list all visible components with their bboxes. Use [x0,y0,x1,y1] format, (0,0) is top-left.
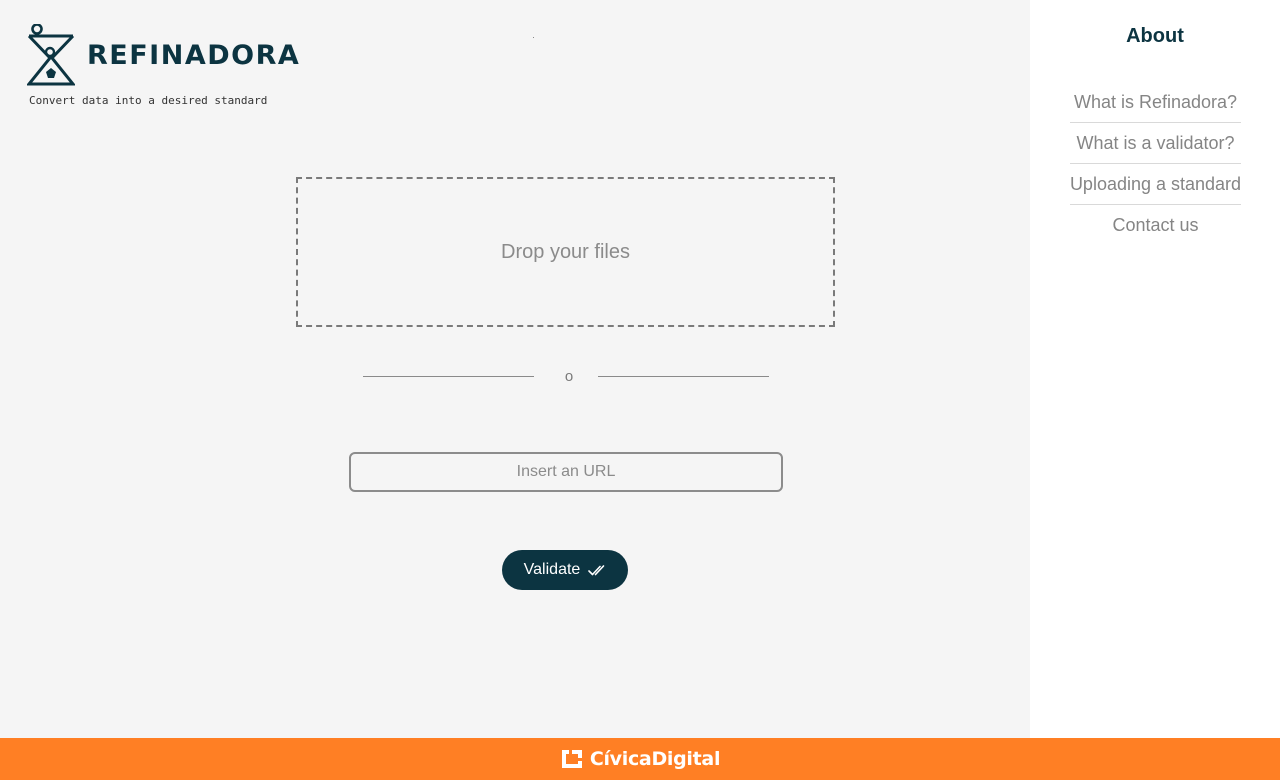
footer-brand-link[interactable]: CívicaDigital [560,748,720,770]
brand-logo[interactable]: REFINADORA [27,24,300,86]
divider-text: o [564,368,574,385]
nav-item-what-is-validator[interactable]: What is a validator? [1070,123,1241,164]
url-input[interactable] [349,452,783,492]
validate-button-label: Validate [523,561,581,578]
validate-button[interactable]: Validate [502,550,628,590]
hourglass-logo-icon [27,24,75,86]
civica-digital-logo-icon [561,750,582,768]
main-panel: REFINADORA Convert data into a desired s… [0,0,1030,738]
brand-name: REFINADORA [87,39,301,71]
decorative-dot [533,37,534,38]
double-check-icon [588,565,605,576]
brand-tagline: Convert data into a desired standard [29,94,268,107]
nav-item-contact-us[interactable]: Contact us [1070,205,1241,245]
about-heading: About [1126,25,1184,47]
about-nav: What is Refinadora? What is a validator?… [1064,82,1244,245]
nav-item-uploading-standard[interactable]: Uploading a standard [1070,164,1241,205]
nav-item-what-is-refinadora[interactable]: What is Refinadora? [1070,82,1241,123]
divider-line-left [363,376,534,377]
file-dropzone[interactable]: Drop your files [296,177,835,327]
footer: CívicaDigital [0,738,1280,780]
footer-brand-text: CívicaDigital [589,748,721,770]
divider-line-right [598,376,769,377]
dropzone-label: Drop your files [501,240,630,263]
